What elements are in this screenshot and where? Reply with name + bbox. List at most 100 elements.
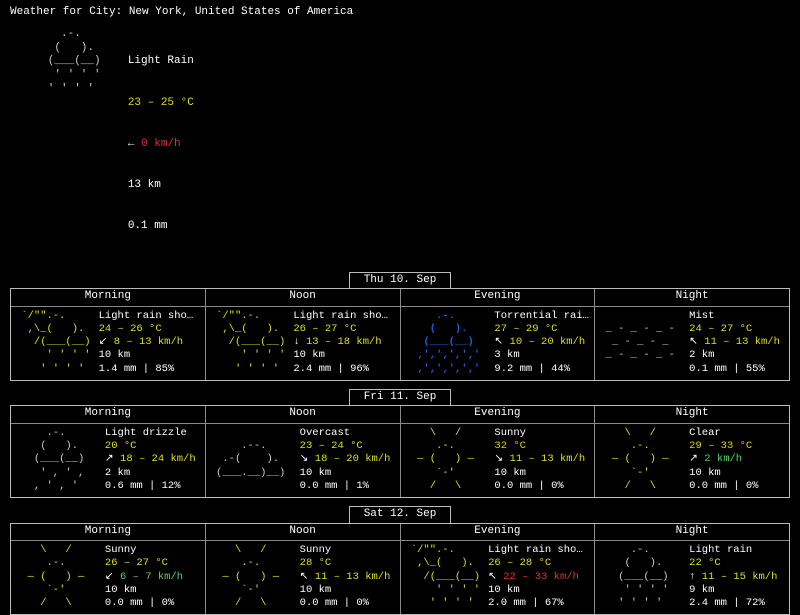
forecast-cell: Night .-. ( ). (___(__) ' ' ' ' ' ' ' ' … <box>595 524 789 614</box>
condition: Mist <box>689 310 780 323</box>
condition: Sunny <box>494 427 585 440</box>
visibility: 10 km <box>300 584 391 597</box>
current-info: Light Rain 23 – 25 °C ← 0 km/h 13 km 0.1… <box>128 28 194 262</box>
weather-ascii-icon: .-. ( ). (___(__) ' ' ' ' ' ' ' ' <box>599 544 681 610</box>
weather-ascii-icon: .-. ( ). (___(__) ' , ' , , ' , ' <box>15 427 97 493</box>
forecast-info: Sunny26 – 27 °C↙ 6 – 7 km/h10 km0.0 mm |… <box>105 544 183 610</box>
forecast-cell: Evening .-. ( ). (___(__) ‚','‚','‚' ‚',… <box>401 289 596 379</box>
forecast-cell: Night \ / .-. ― ( ) ― `-' / \ Clear29 – … <box>595 406 789 496</box>
condition: Torrential rai… <box>494 310 589 323</box>
temperature: 28 °C <box>300 557 391 570</box>
period-name: Morning <box>11 406 205 424</box>
wind: ↗ 18 – 24 km/h <box>105 453 196 466</box>
temperature: 26 – 27 °C <box>105 557 183 570</box>
temperature: 20 °C <box>105 440 196 453</box>
forecast-row: Morning `/"".-. ,\_( ). /(___(__) ' ' ' … <box>10 288 790 380</box>
forecast-cell: Evening `/"".-. ,\_( ). /(___(__) ' ' ' … <box>401 524 596 614</box>
forecast-cell: Noon .--. .-( ). (___.__)__) Overcast23 … <box>206 406 401 496</box>
visibility: 10 km <box>689 467 758 480</box>
day-date: Thu 10. Sep <box>349 272 452 290</box>
period-name: Noon <box>206 406 400 424</box>
visibility: 3 km <box>494 349 589 362</box>
precip: 0.0 mm | 0% <box>300 597 391 610</box>
precip: 0.0 mm | 0% <box>494 480 585 493</box>
page-title: Weather for City: New York, United State… <box>10 6 790 20</box>
visibility: 2 km <box>689 349 780 362</box>
weather-ascii-icon: `/"".-. ,\_( ). /(___(__) ' ' ' ' ' ' ' … <box>15 310 91 376</box>
condition: Light rain sho… <box>293 310 388 323</box>
weather-ascii-icon: \ / .-. ― ( ) ― `-' / \ <box>15 544 97 610</box>
condition: Light rain sho… <box>99 310 194 323</box>
forecast-cell: Morning .-. ( ). (___(__) ' , ' , , ' , … <box>11 406 206 496</box>
weather-ascii-icon: .-. ( ). (___(__) ‚','‚','‚' ‚','‚','‚' <box>405 310 487 376</box>
day-date: Fri 11. Sep <box>349 389 452 407</box>
weather-ascii-icon: \ / .-. ― ( ) ― `-' / \ <box>405 427 487 493</box>
temperature: 29 – 33 °C <box>689 440 758 453</box>
current-condition: Light Rain <box>128 55 194 69</box>
wind: ↘ 18 – 20 km/h <box>300 453 391 466</box>
precip: 2.0 mm | 67% <box>488 597 583 610</box>
condition: Light drizzle <box>105 427 196 440</box>
visibility: 10 km <box>105 584 183 597</box>
visibility: 10 km <box>494 467 585 480</box>
period-name: Noon <box>206 289 400 307</box>
forecast-info: Sunny32 °C↘ 11 – 13 km/h10 km0.0 mm | 0% <box>494 427 585 493</box>
precip: 2.4 mm | 72% <box>689 597 777 610</box>
day-block: Fri 11. Sep Morning .-. ( ). (___(__) ' ,… <box>10 389 790 498</box>
temperature: 24 – 27 °C <box>689 323 780 336</box>
condition: Sunny <box>105 544 183 557</box>
wind: ↗ 2 km/h <box>689 453 758 466</box>
wind: ↖ 10 – 20 km/h <box>494 336 589 349</box>
forecast-info: Overcast23 – 24 °C↘ 18 – 20 km/h10 km0.0… <box>300 427 391 493</box>
precip: 0.1 mm | 55% <box>689 363 780 376</box>
current-weather: .-. ( ). (___(__) ' ' ' ' ' ' ' ' Light … <box>28 28 790 262</box>
forecast-cell: Noon \ / .-. ― ( ) ― `-' / \ Sunny28 °C↖… <box>206 524 401 614</box>
period-name: Night <box>595 289 789 307</box>
forecast-info: Light rain sho…26 – 28 °C↖ 22 – 33 km/h1… <box>488 544 583 610</box>
period-name: Night <box>595 524 789 542</box>
forecast-row: Morning .-. ( ). (___(__) ' , ' , , ' , … <box>10 405 790 497</box>
wind: ↓ 13 – 18 km/h <box>293 336 388 349</box>
wind: ↙ 8 – 13 km/h <box>99 336 194 349</box>
visibility: 9 km <box>689 584 777 597</box>
wind: ↖ 11 – 13 km/h <box>689 336 780 349</box>
condition: Clear <box>689 427 758 440</box>
forecast-cell: Morning `/"".-. ,\_( ). /(___(__) ' ' ' … <box>11 289 206 379</box>
precip: 0.0 mm | 0% <box>105 597 183 610</box>
current-precip: 0.1 mm <box>128 220 194 234</box>
day-date: Sat 12. Sep <box>349 506 452 524</box>
wind: ↖ 11 – 13 km/h <box>300 571 391 584</box>
forecast-cell: Evening \ / .-. ― ( ) ― `-' / \ Sunny32 … <box>401 406 596 496</box>
current-visibility: 13 km <box>128 179 194 193</box>
forecast-row: Morning \ / .-. ― ( ) ― `-' / \ Sunny26 … <box>10 523 790 615</box>
weather-ascii-icon: `/"".-. ,\_( ). /(___(__) ' ' ' ' ' ' ' … <box>405 544 481 610</box>
period-name: Morning <box>11 524 205 542</box>
period-name: Night <box>595 406 789 424</box>
forecast-info: Light rain22 °C↑ 11 – 15 km/h9 km2.4 mm … <box>689 544 777 610</box>
current-wind: ← 0 km/h <box>128 138 194 152</box>
forecast-info: Torrential rai…27 – 29 °C↖ 10 – 20 km/h3… <box>494 310 589 376</box>
temperature: 32 °C <box>494 440 585 453</box>
weather-ascii-icon: \ / .-. ― ( ) ― `-' / \ <box>599 427 681 493</box>
precip: 2.4 mm | 96% <box>293 363 388 376</box>
visibility: 10 km <box>488 584 583 597</box>
current-ascii-icon: .-. ( ). (___(__) ' ' ' ' ' ' ' ' <box>28 28 114 262</box>
forecast-cell: Noon `/"".-. ,\_( ). /(___(__) ' ' ' ' '… <box>206 289 401 379</box>
wind: ↖ 22 – 33 km/h <box>488 571 583 584</box>
precip: 0.0 mm | 0% <box>689 480 758 493</box>
weather-ascii-icon: _ - _ - _ - _ - _ - _ _ - _ - _ - <box>599 310 681 376</box>
visibility: 2 km <box>105 467 196 480</box>
period-name: Evening <box>401 406 595 424</box>
day-block: Sat 12. SepMorning \ / .-. ― ( ) ― `-' /… <box>10 506 790 615</box>
current-temp: 23 – 25 °C <box>128 97 194 111</box>
temperature: 27 – 29 °C <box>494 323 589 336</box>
forecast-info: Sunny28 °C↖ 11 – 13 km/h10 km0.0 mm | 0% <box>300 544 391 610</box>
visibility: 10 km <box>293 349 388 362</box>
forecast-info: Light rain sho…26 – 27 °C↓ 13 – 18 km/h1… <box>293 310 388 376</box>
weather-ascii-icon: \ / .-. ― ( ) ― `-' / \ <box>210 544 292 610</box>
forecast-info: Clear29 – 33 °C↗ 2 km/h10 km0.0 mm | 0% <box>689 427 758 493</box>
temperature: 26 – 28 °C <box>488 557 583 570</box>
weather-ascii-icon: `/"".-. ,\_( ). /(___(__) ' ' ' ' ' ' ' … <box>210 310 286 376</box>
forecast-info: Light rain sho…24 – 26 °C↙ 8 – 13 km/h10… <box>99 310 194 376</box>
period-name: Evening <box>401 524 595 542</box>
